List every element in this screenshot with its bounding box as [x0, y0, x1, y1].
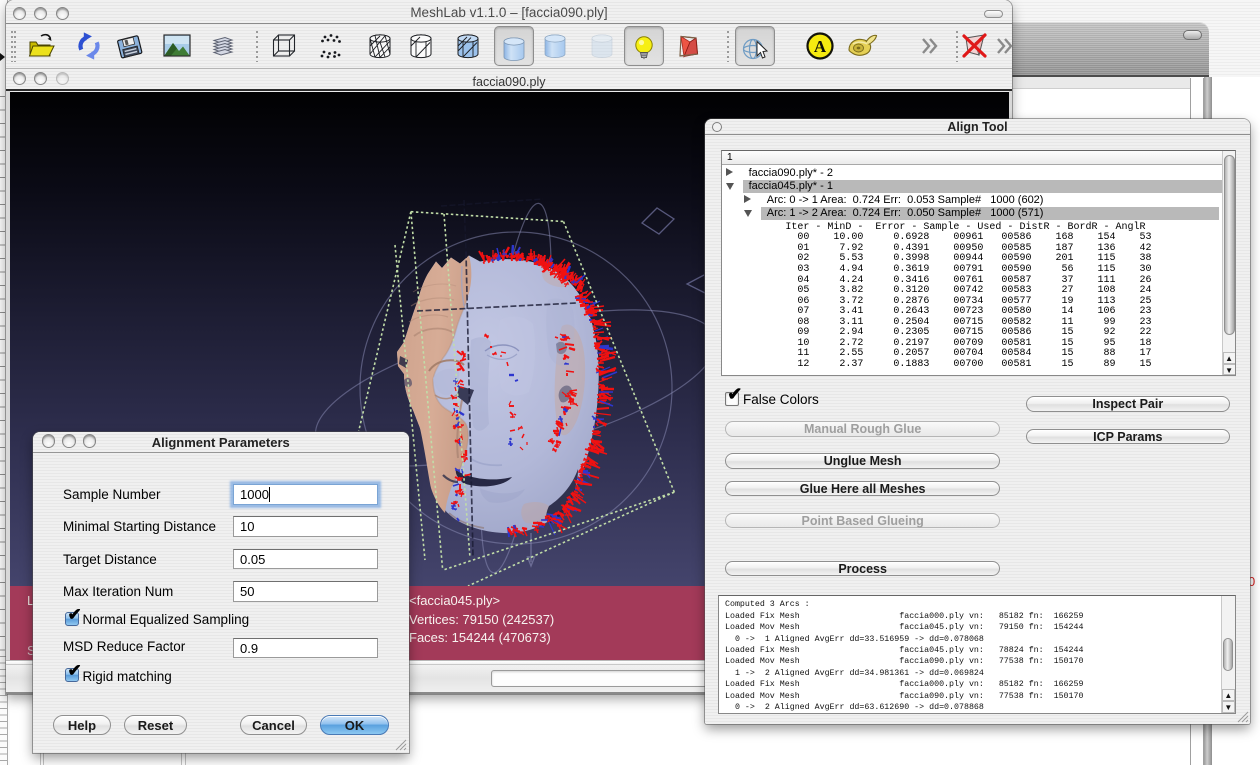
svg-text:A: A — [814, 37, 827, 56]
